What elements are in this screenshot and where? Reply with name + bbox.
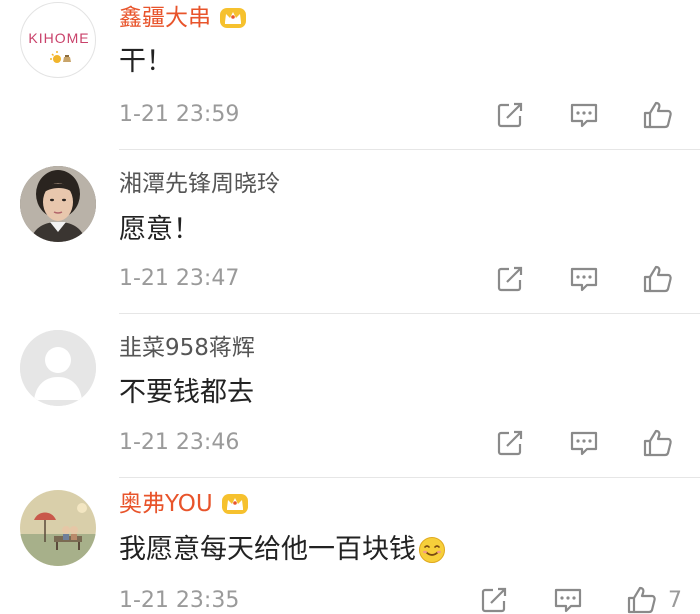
timestamp: 1-21 23:59 bbox=[119, 102, 240, 127]
comment-item: 韭菜958蒋辉 不要钱都去 1-21 23:46 bbox=[0, 314, 700, 478]
comment-text-content: 我愿意每天给他一百块钱 bbox=[119, 534, 416, 565]
share-icon[interactable] bbox=[494, 263, 526, 295]
share-icon[interactable] bbox=[494, 99, 526, 131]
timestamp: 1-21 23:35 bbox=[119, 588, 240, 613]
comment-text-content: 愿意！ bbox=[119, 214, 200, 245]
thumbs-up-icon[interactable] bbox=[626, 584, 658, 614]
username-text[interactable]: 鑫疆大串 bbox=[119, 4, 211, 32]
comment-text-content: 不要钱都去 bbox=[119, 377, 254, 408]
painting-avatar-icon bbox=[20, 490, 96, 566]
comment-list: KIHOME 鑫疆大串 干！ 1-21 23:59 湘潭先锋周晓玲 愿意！ 1-… bbox=[0, 0, 700, 614]
comment-text-content: 干！ bbox=[119, 46, 173, 77]
username[interactable]: 韭菜958蒋辉 bbox=[119, 334, 255, 362]
avatar[interactable] bbox=[20, 330, 96, 406]
timestamp: 1-21 23:47 bbox=[119, 266, 240, 291]
smile-emoji-icon bbox=[419, 537, 445, 563]
share-icon[interactable] bbox=[478, 584, 510, 614]
thumbs-up-icon[interactable] bbox=[642, 427, 674, 459]
reply-icon[interactable] bbox=[568, 263, 600, 295]
share-icon[interactable] bbox=[494, 427, 526, 459]
username-text[interactable]: 湘潭先锋周晓玲 bbox=[119, 170, 280, 198]
username[interactable]: 湘潭先锋周晓玲 bbox=[119, 170, 280, 198]
username-text[interactable]: 奥弗YOU bbox=[119, 490, 213, 518]
username[interactable]: 鑫疆大串 bbox=[119, 4, 247, 32]
thumbs-up-icon[interactable] bbox=[642, 99, 674, 131]
comment-text: 干！ bbox=[119, 46, 173, 78]
default-avatar-icon bbox=[20, 330, 96, 406]
crown-icon bbox=[221, 494, 248, 514]
username-text[interactable]: 韭菜958蒋辉 bbox=[119, 334, 255, 362]
timestamp: 1-21 23:46 bbox=[119, 430, 240, 455]
thumbs-up-icon[interactable] bbox=[642, 263, 674, 295]
comment-item: 湘潭先锋周晓玲 愿意！ 1-21 23:47 bbox=[0, 150, 700, 314]
person-photo-icon bbox=[20, 166, 96, 242]
comment-text: 愿意！ bbox=[119, 214, 200, 246]
avatar[interactable] bbox=[20, 166, 96, 242]
reply-icon[interactable] bbox=[568, 99, 600, 131]
kihome-logo-icon: KIHOME bbox=[28, 30, 89, 63]
like-count: 7 bbox=[668, 588, 682, 613]
reply-icon[interactable] bbox=[568, 427, 600, 459]
comment-item: 奥弗YOU 我愿意每天给他一百块钱 1-21 23:35 7 bbox=[0, 478, 700, 614]
comment-text: 我愿意每天给他一百块钱 bbox=[119, 534, 446, 566]
crown-icon bbox=[220, 8, 246, 28]
reply-icon[interactable] bbox=[552, 584, 584, 614]
comment-item: KIHOME 鑫疆大串 干！ 1-21 23:59 bbox=[0, 0, 700, 150]
svg-text:KIHOME: KIHOME bbox=[28, 30, 89, 46]
comment-text: 不要钱都去 bbox=[119, 377, 254, 409]
username[interactable]: 奥弗YOU bbox=[119, 490, 249, 518]
avatar[interactable] bbox=[20, 490, 96, 566]
avatar[interactable]: KIHOME bbox=[20, 2, 96, 78]
